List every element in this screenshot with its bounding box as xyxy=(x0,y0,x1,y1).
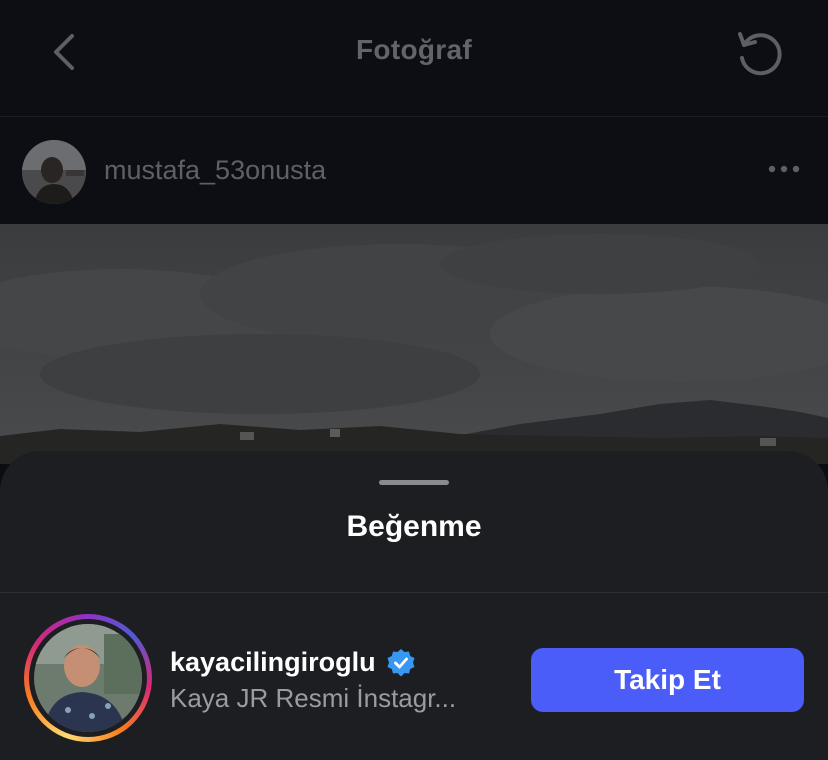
page-title: Fotoğraf xyxy=(356,34,472,65)
story-ring[interactable] xyxy=(24,614,152,742)
refresh-icon[interactable] xyxy=(734,28,786,78)
user-full-name: Kaya JR Resmi İnstagr... xyxy=(170,683,457,713)
user-username[interactable]: kayacilingiroglu xyxy=(170,647,376,678)
list-item[interactable]: kayacilingiroglu Kaya JR Resmi İnstagr..… xyxy=(0,593,828,760)
post-author-avatar[interactable] xyxy=(22,140,86,204)
likes-bottom-sheet: Beğenme kayacilingiroglu Kaya JR Resmi İ… xyxy=(0,451,828,760)
avatar[interactable] xyxy=(34,624,142,732)
verified-badge-icon xyxy=(387,649,415,677)
sheet-grabber[interactable] xyxy=(379,480,449,485)
sheet-title: Beğenme xyxy=(346,510,482,543)
more-horizontal-icon[interactable] xyxy=(764,161,804,177)
top-nav-bar: Fotoğraf xyxy=(0,0,828,116)
post-photo[interactable] xyxy=(0,224,828,464)
post-header: mustafa_53onusta xyxy=(0,117,828,224)
follow-button[interactable]: Takip Et xyxy=(531,648,804,712)
post-author-username[interactable]: mustafa_53onusta xyxy=(104,155,326,186)
